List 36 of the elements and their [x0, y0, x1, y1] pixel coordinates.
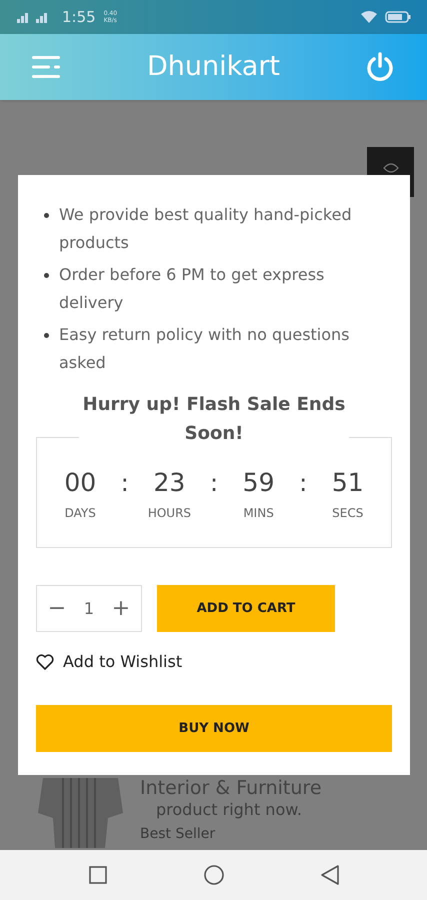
- bullet-icon: [44, 213, 49, 218]
- bullet-icon: [44, 273, 49, 278]
- quantity-value: 1: [84, 598, 94, 620]
- recents-icon[interactable]: [88, 865, 108, 885]
- home-icon[interactable]: [202, 864, 224, 886]
- best-seller-label: Best Seller: [140, 825, 216, 844]
- countdown-unit: HOURS: [148, 505, 192, 522]
- wishlist-link[interactable]: Add to Wishlist: [63, 650, 182, 674]
- power-icon[interactable]: [365, 51, 395, 83]
- wifi-icon: [361, 11, 377, 23]
- feature-text: Easy return policy with no questions asked: [59, 324, 351, 374]
- heart-icon[interactable]: [36, 654, 54, 670]
- buy-now-button[interactable]: BUY NOW: [36, 705, 392, 752]
- countdown-value: 00: [64, 468, 96, 498]
- countdown-value: 23: [154, 468, 186, 498]
- decrease-button[interactable]: −: [45, 592, 69, 625]
- feature-text: We provide best quality hand-picked products: [59, 204, 353, 254]
- separator: :: [210, 468, 218, 498]
- countdown-unit: MINS: [243, 505, 274, 522]
- increase-button[interactable]: +: [109, 592, 133, 625]
- separator: :: [120, 468, 129, 498]
- countdown-value: 59: [242, 468, 274, 498]
- battery-icon: [385, 11, 411, 23]
- separator: :: [299, 468, 308, 498]
- countdown-value: 51: [332, 468, 364, 498]
- status-time: 1:55: [62, 6, 96, 28]
- add-to-cart-button[interactable]: ADD TO CART: [157, 585, 335, 632]
- feature-text: Order before 6 PM to get express delivery: [59, 264, 326, 314]
- section-heading: Interior & Furniture: [140, 776, 322, 801]
- back-icon[interactable]: [320, 864, 340, 886]
- viewers-text: product right now.: [156, 799, 302, 821]
- app-title: Dhunikart: [146, 50, 280, 84]
- eye-icon: [382, 163, 398, 173]
- countdown-unit: SECS: [332, 505, 364, 522]
- countdown-unit: DAYS: [64, 505, 96, 522]
- bullet-icon: [44, 333, 49, 338]
